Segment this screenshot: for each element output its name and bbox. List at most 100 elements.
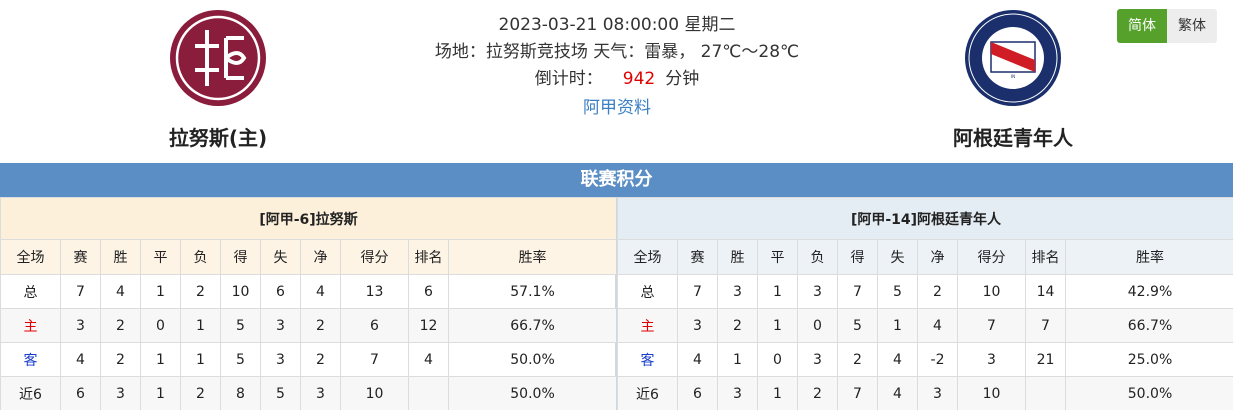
- table-cell: 3: [100, 376, 141, 410]
- countdown-unit: 分钟: [665, 69, 700, 89]
- league-info-link[interactable]: 阿甲资料: [583, 98, 651, 118]
- table-cell: 66.7%: [1064, 308, 1233, 343]
- table-cell: 4: [100, 274, 141, 309]
- table-cell: 0: [140, 308, 181, 343]
- table-cell: 7: [957, 308, 1026, 343]
- match-header: 拉努斯(主) 2023-03-21 08:00:00 星期二 场地：拉努斯竞技场…: [0, 0, 1233, 163]
- table-cell: 10: [957, 376, 1026, 410]
- table-cell: 3: [300, 376, 341, 410]
- column-header: 平: [140, 239, 181, 275]
- table-cell: 6: [60, 376, 101, 410]
- table-cell: 21: [1025, 342, 1066, 377]
- column-header: 胜: [100, 239, 141, 275]
- table-cell: 2: [917, 274, 958, 309]
- column-header: 胜: [717, 239, 758, 275]
- table-row: 主 3 2 1 0 5 1 4 7 7 66.7%: [617, 308, 1233, 343]
- table-cell: 7: [837, 376, 878, 410]
- table-cell: 1: [180, 308, 221, 343]
- table-cell: 3: [797, 274, 838, 309]
- column-header: 得: [837, 239, 878, 275]
- table-cell: 3: [260, 308, 301, 343]
- table-cell: 3: [717, 376, 758, 410]
- table-row: 总 7 4 1 2 10 6 4 13 6 57.1%: [0, 274, 618, 309]
- column-header: 得分: [340, 239, 409, 275]
- row-label: 总: [0, 274, 61, 309]
- table-row: 客 4 2 1 1 5 3 2 7 4 50.0%: [0, 342, 618, 377]
- table-cell: 4: [917, 308, 958, 343]
- column-header: 净: [300, 239, 341, 275]
- table-cell: 7: [340, 342, 409, 377]
- table-cell: 5: [220, 342, 261, 377]
- away-team-name: 阿根廷青年人: [953, 126, 1073, 150]
- table-cell: 50.0%: [447, 342, 618, 377]
- column-header: 失: [260, 239, 301, 275]
- column-header: 得分: [957, 239, 1026, 275]
- table-cell: 10: [340, 376, 409, 410]
- svg-text:IN: IN: [1011, 74, 1015, 79]
- table-cell: 7: [677, 274, 718, 309]
- table-cell: 0: [757, 342, 798, 377]
- row-label: 总: [617, 274, 678, 309]
- table-cell: 50.0%: [1064, 376, 1233, 410]
- countdown-value: 942: [622, 69, 656, 89]
- venue-weather: 场地：拉努斯竞技场 天气：雷暴， 27℃～28℃: [434, 42, 800, 62]
- table-cell: 2: [837, 342, 878, 377]
- table-cell: 14: [1025, 274, 1066, 309]
- column-header: 负: [180, 239, 221, 275]
- home-team[interactable]: 拉努斯(主): [118, 8, 318, 151]
- table-cell: 4: [300, 274, 341, 309]
- countdown: 倒计时： 942 分钟: [350, 66, 884, 93]
- table-row: 总 7 3 1 3 7 5 2 10 14 42.9%: [617, 274, 1233, 309]
- table-cell: 1: [757, 274, 798, 309]
- away-standings-panel: [阿甲-14]阿根廷青年人 全场赛胜平负得失净得分 排名 胜率 总 7 3 1 3 7 5 2 10…: [616, 197, 1233, 410]
- table-cell: 50.0%: [447, 376, 618, 410]
- simplified-chinese-button[interactable]: 简体: [1117, 9, 1167, 43]
- home-team-name: 拉努斯(主): [168, 126, 268, 150]
- table-cell: 1: [140, 274, 181, 309]
- traditional-chinese-button[interactable]: 繁体: [1167, 9, 1217, 43]
- table-cell: 2: [180, 274, 221, 309]
- table-row: 客 4 1 0 3 2 4 -2 3 21 25.0%: [617, 342, 1233, 377]
- table-cell: 2: [100, 342, 141, 377]
- table-cell: 10: [957, 274, 1026, 309]
- table-cell: 3: [797, 342, 838, 377]
- table-cell: 66.7%: [447, 308, 618, 343]
- row-label: 主: [617, 308, 678, 343]
- argentinos-juniors-crest-icon: IN: [965, 10, 1061, 106]
- row-label: 客: [0, 342, 61, 377]
- column-header: 负: [797, 239, 838, 275]
- column-header: 全场: [0, 239, 61, 275]
- table-cell: 57.1%: [447, 274, 618, 309]
- table-cell: 1: [140, 342, 181, 377]
- table-cell: 4: [877, 342, 918, 377]
- table-cell: 2: [100, 308, 141, 343]
- table-cell: 8: [220, 376, 261, 410]
- table-cell: 3: [60, 308, 101, 343]
- table-cell: 2: [717, 308, 758, 343]
- match-datetime: 2023-03-21 08:00:00 星期二: [498, 15, 736, 35]
- table-cell: [408, 376, 449, 410]
- table-row: 近6 6 3 1 2 8 5 3 10 50.0%: [0, 376, 618, 410]
- row-label: 客: [617, 342, 678, 377]
- away-standings-table: [阿甲-14]阿根廷青年人 全场赛胜平负得失净得分 排名 胜率 总 7 3 1 3 7 5 2 10…: [616, 197, 1233, 410]
- table-cell: 12: [408, 308, 449, 343]
- table-cell: 42.9%: [1064, 274, 1233, 309]
- column-header: 胜率: [1064, 239, 1233, 275]
- table-cell: 25.0%: [1064, 342, 1233, 377]
- table-cell: 4: [877, 376, 918, 410]
- column-header: 赛: [677, 239, 718, 275]
- table-cell: 1: [180, 342, 221, 377]
- table-cell: 2: [180, 376, 221, 410]
- table-cell: 1: [757, 308, 798, 343]
- column-header: 排名: [1025, 239, 1066, 275]
- table-cell: 1: [717, 342, 758, 377]
- language-toggle: 简体 繁体: [1117, 9, 1217, 43]
- table-cell: 6: [340, 308, 409, 343]
- table-cell: 3: [917, 376, 958, 410]
- table-cell: 4: [408, 342, 449, 377]
- away-team[interactable]: IN 阿根廷青年人: [913, 8, 1113, 151]
- table-cell: 6: [260, 274, 301, 309]
- column-header: 赛: [60, 239, 101, 275]
- table-cell: 4: [677, 342, 718, 377]
- column-header: 排名: [408, 239, 449, 275]
